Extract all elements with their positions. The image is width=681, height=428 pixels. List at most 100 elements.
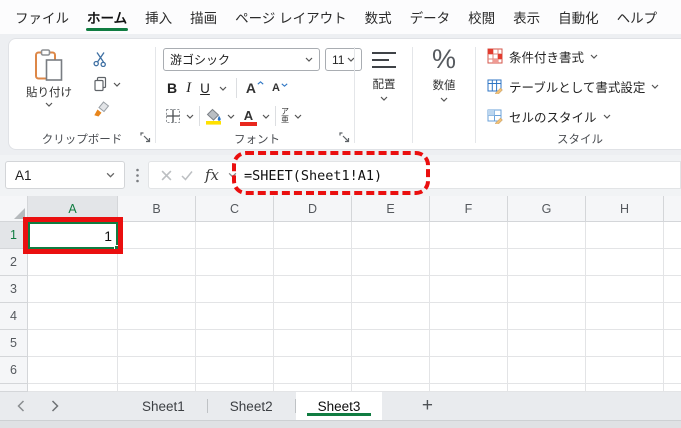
cell[interactable] xyxy=(196,249,274,276)
cell[interactable] xyxy=(352,276,430,303)
name-box[interactable]: A1 xyxy=(5,161,125,189)
cell[interactable] xyxy=(28,276,118,303)
copy-dropdown-icon[interactable] xyxy=(113,82,121,87)
paste-dropdown-icon[interactable] xyxy=(45,102,53,107)
cell[interactable] xyxy=(274,249,352,276)
sheet-tab-sheet2[interactable]: Sheet2 xyxy=(208,392,295,420)
cell[interactable] xyxy=(430,357,508,384)
sheet-nav-previous-button[interactable] xyxy=(4,392,38,420)
enter-check-icon[interactable] xyxy=(181,170,193,181)
font-size-select[interactable]: 11 xyxy=(325,48,362,71)
formula-value[interactable]: =SHEET(Sheet1!A1) xyxy=(244,155,382,196)
cell[interactable] xyxy=(508,357,586,384)
fill-handle[interactable] xyxy=(114,245,120,251)
conditional-formatting-button[interactable]: 条件付き書式 xyxy=(487,44,598,68)
cell[interactable] xyxy=(586,249,664,276)
row-header-5[interactable]: 5 xyxy=(0,330,28,357)
tab-page-layout[interactable]: ページ レイアウト xyxy=(226,0,355,34)
font-name-select[interactable]: 游ゴシック xyxy=(163,48,320,71)
cell[interactable] xyxy=(196,330,274,357)
tab-help[interactable]: ヘルプ xyxy=(608,0,667,34)
row-header-4[interactable]: 4 xyxy=(0,303,28,330)
row-header-2[interactable]: 2 xyxy=(0,249,28,276)
cell[interactable] xyxy=(118,276,196,303)
cell[interactable] xyxy=(430,249,508,276)
cancel-icon[interactable] xyxy=(161,170,172,181)
sheet-tab-sheet1[interactable]: Sheet1 xyxy=(120,392,207,420)
tab-automate[interactable]: 自動化 xyxy=(549,0,608,34)
format-as-table-button[interactable]: テーブルとして書式設定 xyxy=(487,74,659,98)
tab-file[interactable]: ファイル xyxy=(6,0,78,34)
cell[interactable] xyxy=(508,330,586,357)
row-header-1[interactable]: 1 xyxy=(0,222,28,249)
cell[interactable] xyxy=(118,357,196,384)
tab-insert[interactable]: 挿入 xyxy=(136,0,181,34)
cell[interactable] xyxy=(118,222,196,249)
cell-styles-button[interactable]: セルのスタイル xyxy=(487,104,611,128)
cell[interactable] xyxy=(352,330,430,357)
tab-draw[interactable]: 描画 xyxy=(181,0,226,34)
cell[interactable] xyxy=(586,276,664,303)
borders-button[interactable] xyxy=(165,108,181,124)
cell[interactable] xyxy=(118,249,196,276)
row-header-3[interactable]: 3 xyxy=(0,276,28,303)
borders-dropdown-icon[interactable] xyxy=(186,114,194,119)
column-header-g[interactable]: G xyxy=(508,196,586,222)
shrink-font-button[interactable]: A xyxy=(272,82,288,94)
underline-dropdown-icon[interactable] xyxy=(219,86,227,91)
cell[interactable] xyxy=(28,303,118,330)
cell[interactable] xyxy=(508,303,586,330)
cell[interactable] xyxy=(352,303,430,330)
cut-button[interactable] xyxy=(93,50,121,68)
tab-review[interactable]: 校閲 xyxy=(459,0,504,34)
phonetic-guide-button[interactable]: ア 亜 xyxy=(281,108,289,124)
phonetic-dropdown-icon[interactable] xyxy=(294,114,302,119)
column-header-c[interactable]: C xyxy=(196,196,274,222)
italic-button[interactable]: I xyxy=(186,80,191,97)
number-group-button[interactable]: % 数値 xyxy=(416,39,472,102)
active-cell-a1[interactable]: 1 xyxy=(28,222,120,251)
cell[interactable] xyxy=(196,222,274,249)
fx-dropdown-icon[interactable] xyxy=(228,172,237,178)
sheet-tab-sheet3[interactable]: Sheet3 xyxy=(295,392,383,420)
column-header-e[interactable]: E xyxy=(352,196,430,222)
tab-formulas[interactable]: 数式 xyxy=(356,0,401,34)
cell[interactable] xyxy=(28,249,118,276)
cell[interactable] xyxy=(430,330,508,357)
new-sheet-button[interactable]: + xyxy=(412,392,442,420)
fill-color-dropdown-icon[interactable] xyxy=(227,114,235,119)
cell[interactable] xyxy=(274,303,352,330)
tab-data[interactable]: データ xyxy=(401,0,460,34)
cell[interactable] xyxy=(586,303,664,330)
cell[interactable] xyxy=(28,357,118,384)
font-dialog-launcher[interactable] xyxy=(339,132,351,144)
cell[interactable] xyxy=(430,303,508,330)
clipboard-dialog-launcher[interactable] xyxy=(140,132,152,144)
grow-font-button[interactable]: A xyxy=(246,80,264,96)
cell[interactable] xyxy=(508,249,586,276)
row-header-6[interactable]: 6 xyxy=(0,357,28,384)
alignment-group-button[interactable]: 配置 xyxy=(358,39,410,101)
sheet-nav-next-button[interactable] xyxy=(38,392,72,420)
cell[interactable] xyxy=(586,222,664,249)
font-color-button[interactable]: A xyxy=(240,107,257,126)
copy-button[interactable] xyxy=(93,75,121,93)
cell[interactable] xyxy=(118,330,196,357)
cell[interactable] xyxy=(508,276,586,303)
column-header-d[interactable]: D xyxy=(274,196,352,222)
cell[interactable] xyxy=(430,276,508,303)
insert-function-icon[interactable]: fx xyxy=(205,166,219,184)
format-painter-button[interactable] xyxy=(93,100,121,118)
cell[interactable] xyxy=(28,330,118,357)
column-header-a[interactable]: A xyxy=(28,196,118,222)
column-header-h[interactable]: H xyxy=(586,196,664,222)
tab-home[interactable]: ホーム xyxy=(78,0,136,34)
underline-button[interactable]: U xyxy=(200,81,210,96)
bold-button[interactable]: B xyxy=(167,80,177,96)
cell[interactable] xyxy=(274,330,352,357)
cell[interactable] xyxy=(274,276,352,303)
cell[interactable] xyxy=(586,357,664,384)
paste-button[interactable]: 貼り付け xyxy=(21,49,77,107)
cell[interactable] xyxy=(430,222,508,249)
cell[interactable] xyxy=(274,357,352,384)
